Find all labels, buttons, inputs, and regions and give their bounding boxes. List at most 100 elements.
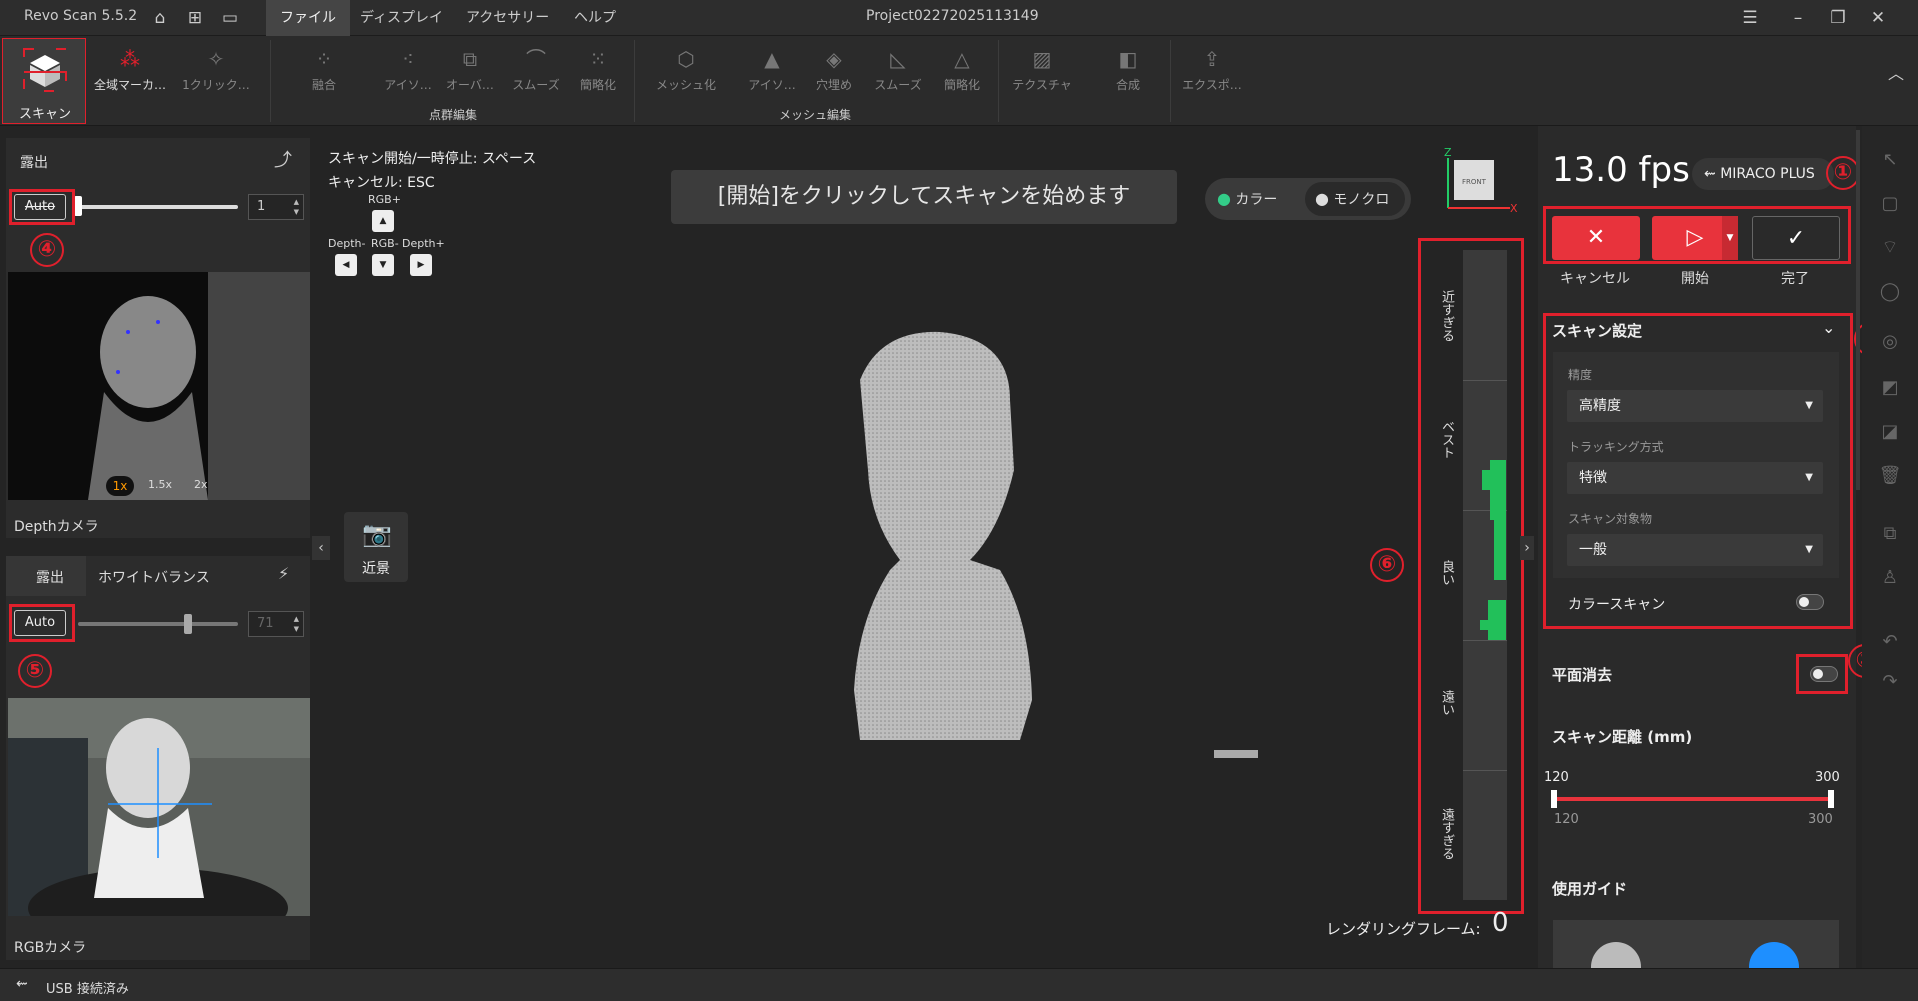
- fill-holes-button[interactable]: ◈ 穴埋め: [798, 42, 870, 104]
- precision-select[interactable]: 高精度 ▼: [1567, 390, 1823, 422]
- color-mode-button[interactable]: ● カラー: [1217, 182, 1307, 216]
- menu-accessory[interactable]: アクセサリー: [452, 0, 563, 36]
- menu-file[interactable]: ファイル: [266, 0, 350, 36]
- tab-white-balance[interactable]: ホワイトバランス: [98, 567, 210, 587]
- start-instruction-banner: [開始]をクリックしてスキャンを始めます: [671, 170, 1177, 224]
- delete-icon[interactable]: 🗑: [1878, 464, 1902, 488]
- simplify-mesh-button[interactable]: △ 簡略化: [926, 42, 998, 104]
- new-project-icon[interactable]: ⊞: [183, 6, 207, 30]
- flash-off-icon[interactable]: ⚡: [278, 564, 289, 583]
- object-value: 一般: [1579, 542, 1607, 558]
- cancel-button[interactable]: ✕: [1552, 216, 1640, 260]
- meshing-button[interactable]: ⬡ メッシュ化: [650, 42, 722, 104]
- done-button[interactable]: ✓: [1752, 216, 1840, 260]
- rgb-slider-handle[interactable]: [184, 614, 192, 634]
- tab-exposure[interactable]: 露出: [6, 556, 86, 596]
- depth-slider-handle[interactable]: [74, 196, 82, 216]
- export-button[interactable]: ⇪ エクスポ…: [1176, 42, 1248, 104]
- color-mode-toggle[interactable]: ● カラー ● モノクロ: [1205, 178, 1411, 220]
- collapse-ribbon-icon[interactable]: ︿: [1888, 60, 1904, 84]
- home-icon[interactable]: ⌂: [148, 6, 172, 30]
- smooth-mesh-button[interactable]: ◺ スムーズ: [862, 42, 934, 104]
- undo-icon[interactable]: ↶: [1878, 630, 1902, 654]
- start-options-dropdown[interactable]: ▼: [1722, 216, 1738, 260]
- depth-camera-label: Depthカメラ: [14, 519, 99, 535]
- compose-button[interactable]: ◧ 合成: [1092, 42, 1164, 104]
- select-arrow-icon[interactable]: ↖: [1878, 148, 1902, 172]
- collapse-left-icon[interactable]: ‹: [312, 536, 330, 560]
- dist-min-handle[interactable]: [1551, 790, 1557, 808]
- color-scan-toggle[interactable]: [1796, 594, 1824, 610]
- app-window: Revo Scan 5.5.2 ⌂ ⊞ ▭ ファイル ディスプレイ アクセサリー…: [0, 0, 1918, 1001]
- global-marker-button[interactable]: ⁂ 全域マーカ…: [94, 42, 166, 104]
- mono-mode-button[interactable]: ● モノクロ: [1305, 182, 1405, 216]
- rgb-exposure-value[interactable]: 71 ▲ ▼: [248, 611, 304, 637]
- annotation-box-6: [1418, 238, 1524, 914]
- overlap-button[interactable]: ⧉ オーバ…: [434, 42, 506, 104]
- depth-plus-key[interactable]: ▶: [410, 254, 432, 276]
- menu-help[interactable]: ヘルプ: [560, 0, 630, 36]
- axis-z-label: Z: [1444, 146, 1452, 159]
- open-folder-icon[interactable]: ▭: [218, 6, 242, 30]
- close-icon[interactable]: ✕: [1866, 6, 1890, 30]
- tracking-select[interactable]: 特徴 ▼: [1567, 462, 1823, 494]
- half-select-icon[interactable]: ◩: [1878, 376, 1902, 400]
- menu-display[interactable]: ディスプレイ: [346, 0, 457, 36]
- depth-exposure-slider[interactable]: [78, 205, 238, 209]
- ribbon-toolbar: スキャン ⁂ 全域マーカ… ✧ 1クリック… ⁘ 融合 ⁖ アイソ… ⧉ オーバ… ⌒ スム…: [0, 36, 1918, 126]
- rgb-camera-view: [8, 698, 310, 916]
- rgb-exposure-slider[interactable]: [78, 622, 238, 626]
- annotation-number-6: ⑥: [1370, 548, 1404, 582]
- reset-icon[interactable]: ⤴: [274, 146, 292, 172]
- rgb-plus-key[interactable]: ▲: [372, 210, 394, 232]
- plane-removal-toggle[interactable]: [1810, 666, 1838, 682]
- collapse-right-icon[interactable]: ›: [1520, 536, 1534, 560]
- depth-value-text: 1: [257, 199, 266, 214]
- brush-select-icon[interactable]: ◎: [1878, 330, 1902, 354]
- render-frame-value: 0: [1492, 908, 1509, 938]
- rgb-minus-key[interactable]: ▼: [372, 254, 394, 276]
- usage-guide-images[interactable]: [1553, 920, 1839, 968]
- usb-icon: ⇜: [16, 976, 28, 992]
- zoom-2x-button[interactable]: 2x: [194, 478, 208, 491]
- dropdown-arrow-icon: ▼: [1805, 472, 1813, 483]
- rgb-plus-label: RGB+: [368, 193, 401, 206]
- dist-max-bottom: 300: [1808, 812, 1833, 827]
- scan-tool-button[interactable]: スキャン: [2, 38, 86, 124]
- device-button[interactable]: ⇜ MIRACO PLUS: [1692, 158, 1834, 190]
- redo-icon[interactable]: ↷: [1878, 670, 1902, 694]
- rgb-minus-label: RGB-: [371, 237, 399, 250]
- axis-cube[interactable]: FRONT Z X: [1440, 146, 1520, 216]
- texture-button[interactable]: ▨ テクスチャ: [1006, 42, 1078, 104]
- rgb-bust-image: [8, 698, 310, 916]
- chevron-down-icon[interactable]: ⌄: [1822, 318, 1835, 337]
- one-click-button[interactable]: ✧ 1クリック…: [180, 42, 252, 104]
- lasso-round-icon[interactable]: ◯: [1878, 280, 1902, 304]
- group-label-mesh: メッシュ編集: [778, 108, 851, 122]
- merge-button[interactable]: ⁘ 融合: [288, 42, 360, 104]
- right-panel-scrollbar[interactable]: [1856, 130, 1860, 490]
- depth-minus-key[interactable]: ◀: [335, 254, 357, 276]
- axis-x-label: X: [1510, 202, 1518, 215]
- minimize-icon[interactable]: –: [1786, 6, 1810, 30]
- person-icon[interactable]: ♙: [1878, 566, 1902, 590]
- zoom-1x-button[interactable]: 1x: [106, 476, 134, 496]
- invert-select-icon[interactable]: ◪: [1878, 420, 1902, 444]
- depth-exposure-value[interactable]: 1 ▲ ▼: [248, 194, 304, 220]
- merge-icon: ⁘: [315, 47, 333, 71]
- restore-icon[interactable]: ❐: [1826, 6, 1850, 30]
- copy-icon[interactable]: ⧉: [1878, 522, 1902, 546]
- settings-sliders-icon[interactable]: ☰: [1738, 6, 1762, 30]
- dropdown-arrow-icon: ▼: [1805, 400, 1813, 411]
- scan-settings-title[interactable]: スキャン設定: [1552, 320, 1642, 341]
- object-select[interactable]: 一般 ▼: [1567, 534, 1823, 566]
- mono-label: モノクロ: [1333, 192, 1390, 208]
- precision-label: 精度: [1568, 368, 1593, 382]
- scan-distance-slider[interactable]: [1554, 797, 1830, 801]
- dist-max-handle[interactable]: [1828, 790, 1834, 808]
- near-mode-button[interactable]: 📷 近景: [344, 512, 408, 582]
- zoom-1-5x-button[interactable]: 1.5x: [148, 478, 172, 491]
- lasso-icon[interactable]: ⌔: [1878, 236, 1902, 260]
- simplify-points-button[interactable]: ⁙ 簡略化: [562, 42, 634, 104]
- box-select-icon[interactable]: ▢: [1878, 192, 1902, 216]
